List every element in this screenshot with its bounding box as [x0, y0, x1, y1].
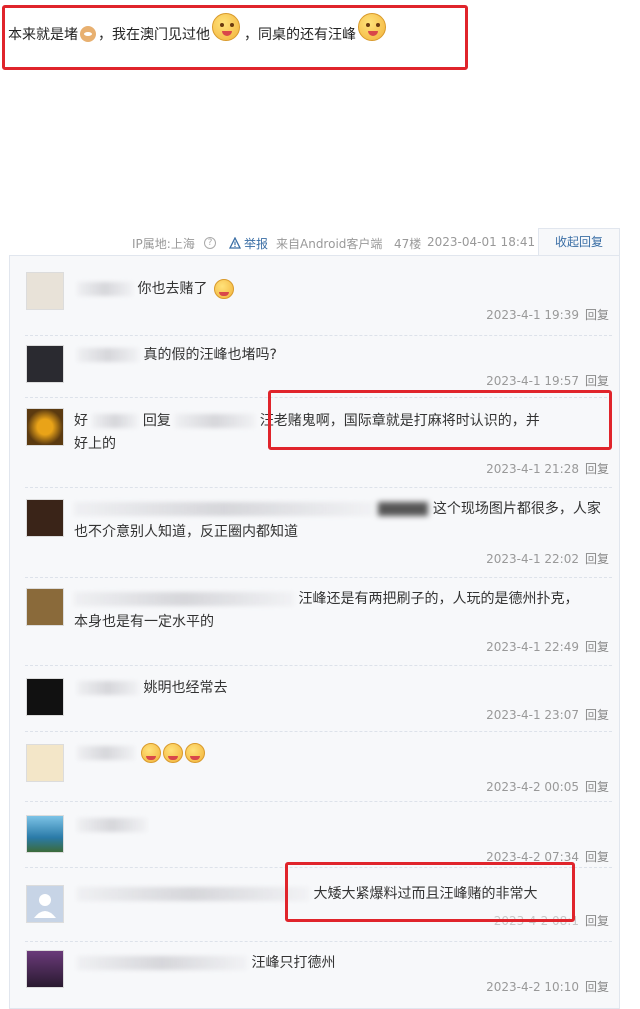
- blurred-username: [74, 592, 294, 606]
- reply-meta: 2023-4-1 21:28 回复: [486, 460, 609, 477]
- blurred-username: [77, 887, 309, 901]
- reply-time: 2023-4-1 22:49: [486, 640, 579, 654]
- reply-time: 2023-4-2 10:10: [486, 980, 579, 994]
- reply-button[interactable]: 回复: [585, 552, 609, 566]
- blurred-username: [77, 681, 139, 695]
- blurred-username: [77, 746, 135, 760]
- post-source: 来自Android客户端: [276, 237, 383, 251]
- reply-time: 2023-4-1 19:39: [486, 308, 579, 322]
- blurred-username: [77, 282, 133, 296]
- reply-time: 2023-4-1 22:02: [486, 552, 579, 566]
- reply-content: 汪峰只打德州: [77, 952, 335, 974]
- emoji-icon: [141, 743, 162, 763]
- blurred-username: [378, 502, 429, 516]
- reply-item: 汪峰只打德州 2023-4-2 10:10 回复: [9, 942, 620, 1002]
- help-icon[interactable]: ?: [204, 237, 216, 249]
- reply-time: 2023-4-2 00:05: [486, 780, 579, 794]
- reply-content: 姚明也经常去: [77, 677, 227, 699]
- reply-text: 汪峰还是有两把刷子的，人玩的是德州扑克，: [298, 591, 579, 607]
- collapse-replies-button[interactable]: 收起回复: [538, 228, 620, 256]
- reply-item: 你也去赌了 2023-4-1 19:39 回复: [9, 262, 620, 336]
- default-avatar[interactable]: [26, 885, 64, 923]
- reply-text: 真的假的汪峰也堵吗?: [143, 347, 277, 363]
- tongue-face-emoji-icon: [212, 13, 240, 41]
- emoji-icon: [213, 279, 234, 299]
- top-post-text: 本来就是堵 ，我在澳门见过他 ，同桌的还有汪峰: [8, 13, 390, 44]
- avatar[interactable]: [26, 499, 64, 537]
- reply-item: 这个现场图片都很多，人家 也不介意别人知道，反正圈内都知道 2023-4-1 2…: [9, 488, 620, 578]
- reply-button[interactable]: 回复: [585, 640, 609, 654]
- reply-content: 这个现场图片都很多，人家: [74, 498, 601, 520]
- reply-item: 姚明也经常去 2023-4-1 23:07 回复: [9, 666, 620, 732]
- blurred-username: [175, 414, 256, 428]
- emoji-icon: [185, 743, 206, 763]
- avatar[interactable]: [26, 272, 64, 310]
- reply-content: 真的假的汪峰也堵吗?: [77, 344, 277, 366]
- reply-meta: 2023-4-2 00:05 回复: [486, 778, 609, 795]
- reply-button[interactable]: 回复: [585, 308, 609, 322]
- dog-emoji-icon: [80, 26, 96, 42]
- reply-time: 2023-4-1 19:57: [486, 374, 579, 388]
- top-post-text-2: ，我在澳门见过他: [98, 27, 210, 43]
- reply-content: 汪峰还是有两把刷子的，人玩的是德州扑克，: [74, 588, 578, 610]
- top-post: 本来就是堵 ，我在澳门见过他 ，同桌的还有汪峰: [0, 0, 640, 80]
- highlight-box: [268, 390, 612, 450]
- reply-content: [77, 742, 206, 764]
- reply-text-line2: 本身也是有一定水平的: [74, 614, 214, 630]
- floor-number: 47楼: [394, 237, 422, 251]
- reply-item: 2023-4-2 07:34 回复: [9, 802, 620, 868]
- ip-location: IP属地:上海: [132, 237, 195, 251]
- blurred-username: [77, 818, 147, 832]
- sunflower-avatar[interactable]: [26, 408, 64, 446]
- reply-text: 姚明也经常去: [143, 680, 228, 696]
- reply-item: 汪峰还是有两把刷子的，人玩的是德州扑克， 本身也是有一定水平的 2023-4-1…: [9, 578, 620, 666]
- laugh-face-emoji-icon: [358, 13, 386, 41]
- reply-meta: 2023-4-2 10:10 回复: [486, 978, 609, 995]
- avatar[interactable]: [26, 678, 64, 716]
- reply-button[interactable]: 回复: [585, 462, 609, 476]
- blurred-username: [77, 348, 139, 362]
- reply-content: 你也去赌了: [77, 278, 234, 300]
- reply-meta: 2023-4-1 19:57 回复: [486, 372, 609, 389]
- post-time: 2023-04-01 18:41: [427, 235, 536, 249]
- reply-button[interactable]: 回复: [585, 914, 609, 928]
- blurred-username: [74, 502, 374, 516]
- reply-text: 你也去赌了: [137, 281, 208, 297]
- avatar[interactable]: [26, 588, 64, 626]
- reply-button[interactable]: 回复: [585, 780, 609, 794]
- reply-button[interactable]: 回复: [585, 980, 609, 994]
- reply-prefix: 好: [74, 413, 88, 429]
- avatar[interactable]: [26, 815, 64, 853]
- reply-item: 真的假的汪峰也堵吗? 2023-4-1 19:57 回复: [9, 336, 620, 398]
- reply-meta: 2023-4-1 22:49 回复: [486, 638, 609, 655]
- reply-meta: 2023-4-1 19:39 回复: [486, 306, 609, 323]
- reply-item: 2023-4-2 00:05 回复: [9, 732, 620, 802]
- reply-content: [77, 814, 147, 836]
- emoji-icon: [163, 743, 184, 763]
- top-post-text-3: ，同桌的还有汪峰: [244, 27, 356, 43]
- blurred-username: [92, 414, 139, 428]
- reply-button[interactable]: 回复: [585, 850, 609, 864]
- reply-time: 2023-4-1 21:28: [486, 462, 579, 476]
- report-link[interactable]: 举报: [244, 235, 268, 252]
- reply-label: 回复: [142, 413, 171, 429]
- reply-time: 2023-4-1 23:07: [486, 708, 579, 722]
- avatar[interactable]: [26, 345, 64, 383]
- highlight-box: [285, 862, 575, 922]
- reply-meta: 2023-4-1 23:07 回复: [486, 706, 609, 723]
- avatar[interactable]: [26, 950, 64, 988]
- top-post-text-1: 本来就是堵: [8, 27, 78, 43]
- reply-button[interactable]: 回复: [585, 374, 609, 388]
- avatar[interactable]: [26, 744, 64, 782]
- reply-text: 这个现场图片都很多，人家: [432, 501, 601, 517]
- reply-meta: 2023-4-1 22:02 回复: [486, 550, 609, 567]
- reply-text: 汪峰只打德州: [251, 955, 336, 971]
- warning-icon[interactable]: [228, 236, 242, 249]
- reply-button[interactable]: 回复: [585, 708, 609, 722]
- blurred-username: [77, 956, 247, 970]
- reply-text-line2: 也不介意别人知道，反正圈内都知道: [74, 524, 298, 540]
- reply-text-line2: 好上的: [74, 436, 116, 452]
